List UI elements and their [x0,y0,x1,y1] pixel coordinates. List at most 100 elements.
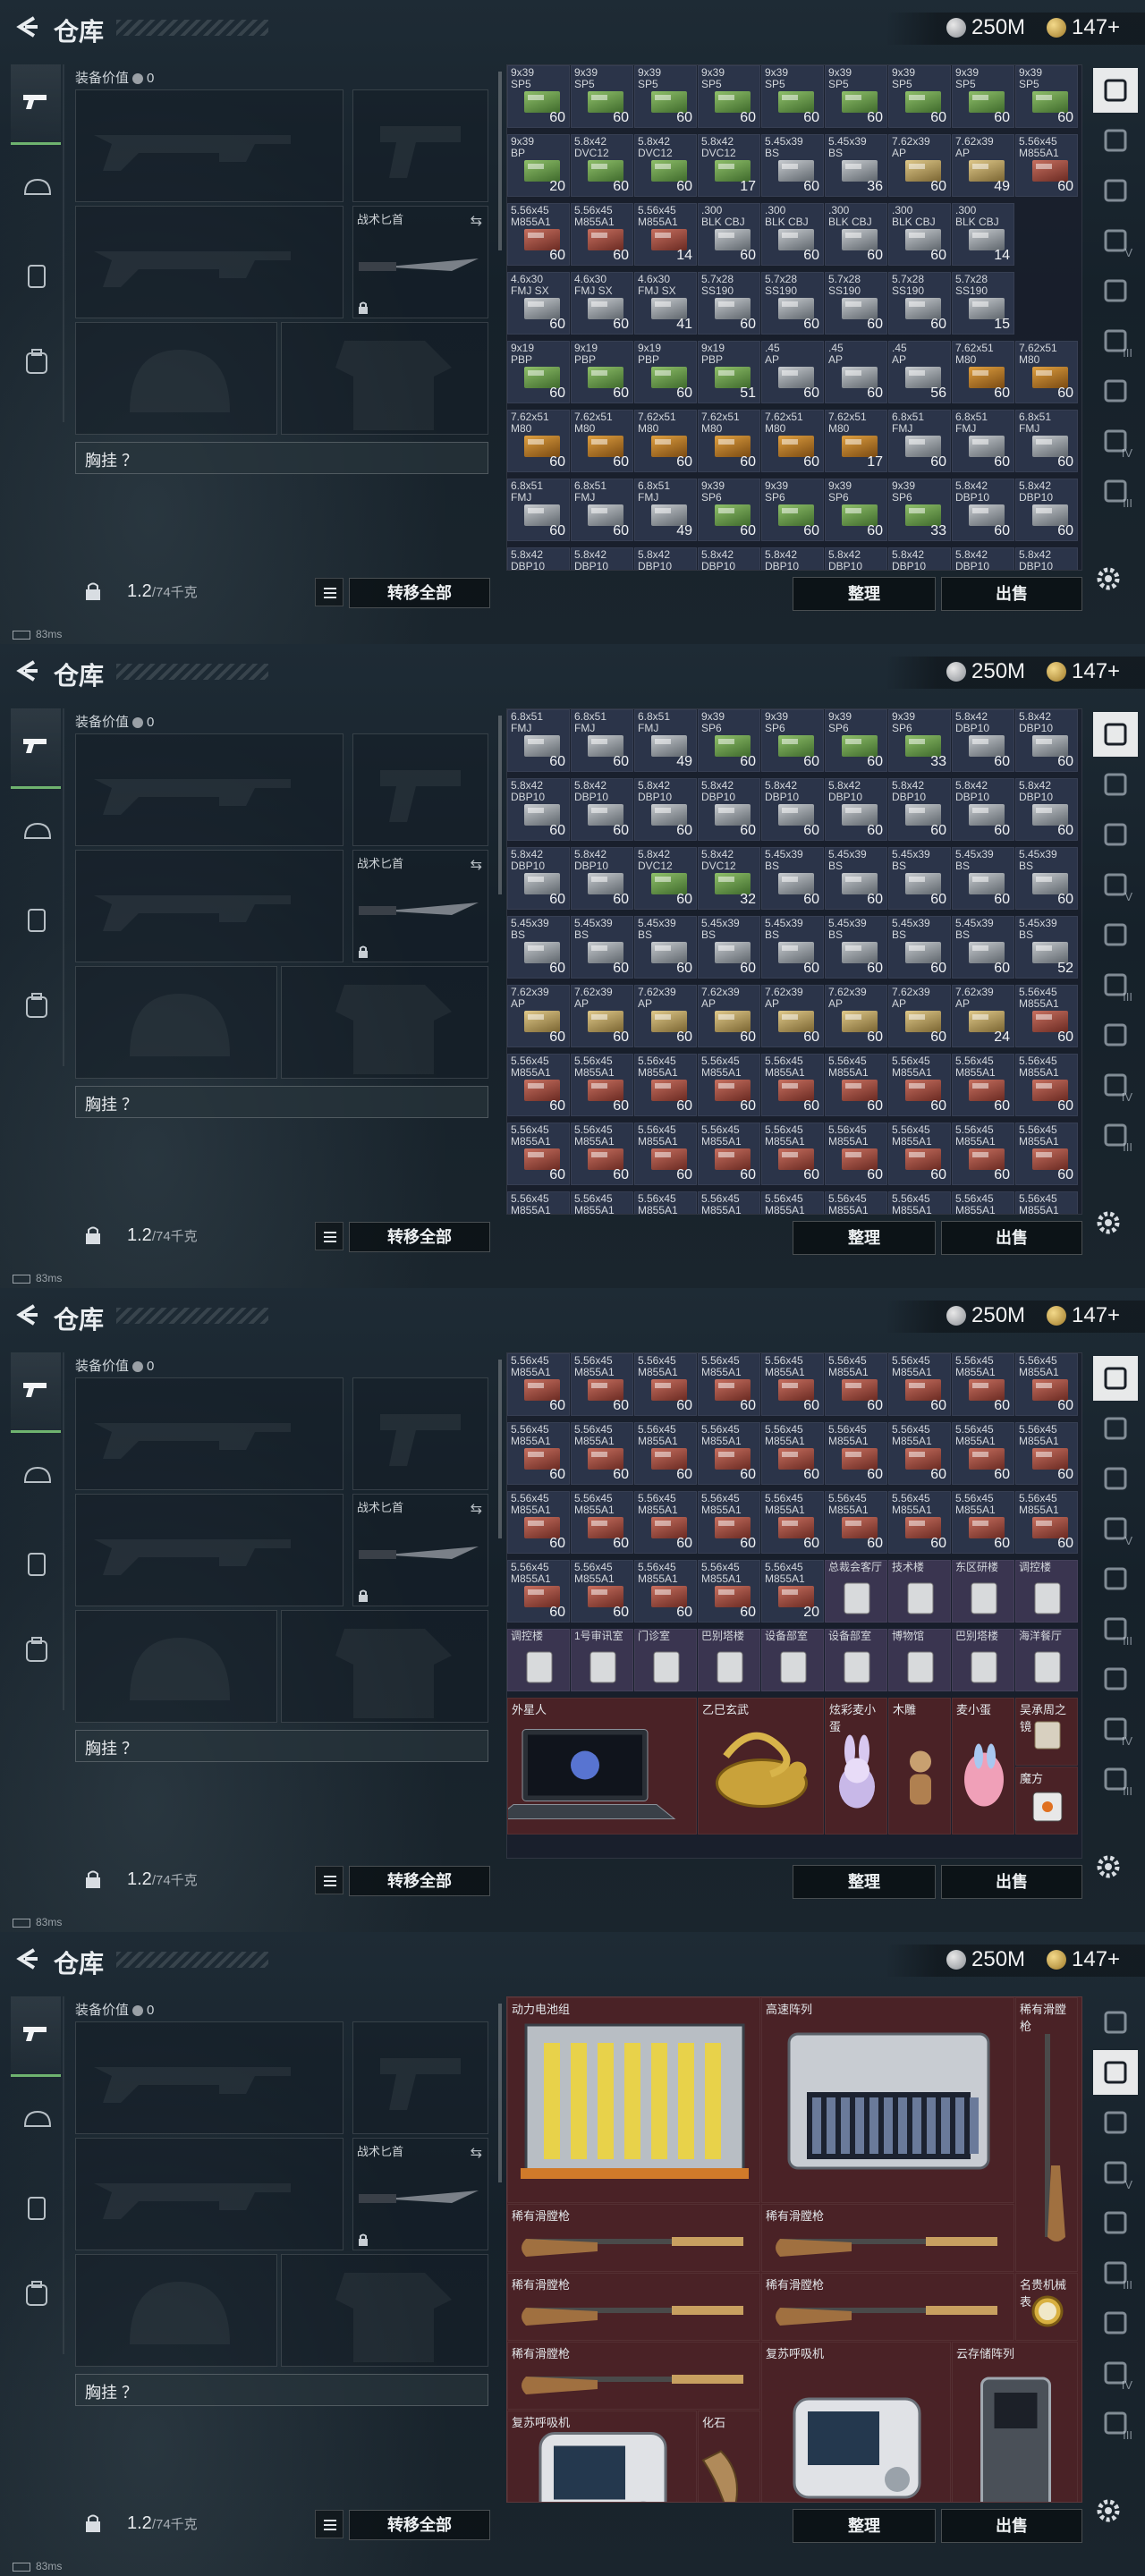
storage-cell[interactable]: 5.7x28 SS190 60 [888,272,951,335]
storage-cell[interactable]: .300 BLK CBJ 60 [761,203,824,266]
equipment-scrollbar[interactable] [498,716,502,894]
storage-item[interactable]: 木雕 [888,1698,951,1835]
knife-slot[interactable]: 战术匕首 ⇆ [352,850,488,962]
gear-icon[interactable] [1093,2496,1124,2526]
storage-cell[interactable]: 5.7x28 SS190 60 [698,272,760,335]
helmet-slot[interactable] [75,2254,277,2367]
storage-cell[interactable]: 5.56x45 M855A160 [571,1191,633,1214]
secondary-weapon-slot[interactable] [75,850,344,962]
storage-cell[interactable]: 5.56x45 M855A160 [1015,1491,1078,1554]
storage-cell[interactable]: 5.56x45 M855A160 [952,1191,1014,1214]
storage-page-tab[interactable] [1093,912,1138,957]
storage-cell[interactable]: 5.56x45 M855A160 [507,1422,570,1485]
storage-cell[interactable]: 门诊室 [634,1629,697,1691]
primary-weapon-slot[interactable] [75,2021,344,2134]
storage-cell[interactable]: 7.62x39 AP 60 [698,985,760,1047]
storage-item[interactable]: 高速阵列 [761,1997,1014,2203]
storage-cell[interactable]: 5.56x45 M855A160 [888,1191,951,1214]
storage-page-tab[interactable]: III [1093,1757,1138,1801]
pistol-slot[interactable] [352,1377,488,1490]
gold-amount[interactable]: 147+ [1072,1303,1120,1328]
storage-cell[interactable]: 5.45x39 BS 60 [761,916,824,979]
storage-cell[interactable]: 9x39 SP6 33 [888,709,951,772]
storage-cell[interactable]: 5.56x45 M855A160 [761,1123,824,1185]
storage-cell[interactable]: 海洋餐厅 [1015,1629,1078,1691]
storage-item[interactable]: 动力电池组 [507,1997,760,2203]
storage-cell[interactable]: 5.56x45 M855A160 [825,1491,887,1554]
knife-slot[interactable]: 战术匕首 ⇆ [352,206,488,318]
storage-page-tab[interactable]: III [1093,469,1138,513]
sell-button[interactable]: 出售 [941,577,1082,611]
swap-icon[interactable]: ⇆ [471,2144,482,2162]
storage-item[interactable]: 名贵机械表 [1015,2273,1078,2341]
storage-cell[interactable]: 5.8x42 DBP1060 [952,778,1014,841]
storage-item[interactable]: 稀有滑膛枪 [761,2273,1014,2341]
storage-cell[interactable]: 9x39 SP5 60 [507,65,570,128]
storage-cell[interactable]: 5.45x39 BS 60 [825,916,887,979]
storage-cell[interactable]: 9x39 SP5 60 [825,65,887,128]
storage-cell[interactable]: 9x39 SP5 60 [634,65,697,128]
nav-helmet[interactable] [11,794,61,875]
storage-cell[interactable]: 9x39 SP6 60 [698,709,760,772]
storage-cell[interactable]: 6.8x51 FMJ 60 [952,410,1014,472]
nav-backpack[interactable] [11,966,61,1046]
storage-cell[interactable]: .300 BLK CBJ 14 [952,203,1014,266]
storage-page-tab[interactable] [1093,1657,1138,1701]
storage-cell[interactable]: 5.8x42 DBP1060 [698,778,760,841]
storage-page-tab[interactable] [1093,369,1138,413]
storage-cell[interactable]: 9x19 PBP 51 [698,341,760,403]
storage-cell[interactable]: 7.62x51 M80 60 [952,341,1014,403]
storage-page-tab[interactable]: III [1093,318,1138,363]
storage-cell[interactable]: 设备部室 [761,1629,824,1691]
storage-cell[interactable]: 5.45x39 BS 60 [634,916,697,979]
armor-slot[interactable] [281,322,488,435]
storage-cell[interactable]: 5.56x45 M855A160 [698,1191,760,1214]
storage-cell[interactable]: 7.62x51 M80 60 [1015,341,1078,403]
storage-page-tab[interactable]: IV [1093,419,1138,463]
storage-cell[interactable]: 5.56x45 M855A160 [507,1054,570,1116]
storage-cell[interactable]: 5.8x42 DBP1060 [952,709,1014,772]
storage-cell[interactable]: 5.56x45 M855A160 [952,1054,1014,1116]
helmet-slot[interactable] [75,322,277,435]
storage-cell[interactable]: 5.7x28 SS190 60 [825,272,887,335]
storage-page-tab[interactable] [1093,168,1138,213]
storage-cell[interactable]: 5.8x42 DBP1060 [825,778,887,841]
storage-cell[interactable]: 5.8x42 DBP1060 [634,778,697,841]
storage-cell[interactable]: 5.56x45 M855A160 [1015,1191,1078,1214]
storage-page-tab[interactable] [1093,68,1138,113]
back-arrow-icon[interactable] [14,14,39,39]
storage-page-tab[interactable] [1093,2301,1138,2345]
storage-cell[interactable]: 5.8x42 DBP1060 [1015,479,1078,541]
storage-cell[interactable]: 5.56x45 M855A160 [1015,1422,1078,1485]
storage-cell[interactable]: 5.45x39 BS 60 [761,847,824,910]
storage-cell[interactable]: 5.56x45 M855A160 [1015,134,1078,197]
nav-pistol[interactable] [11,64,61,145]
storage-cell[interactable]: 5.8x42 DBP1060 [1015,547,1078,570]
storage-cell[interactable]: 5.56x45 M855A160 [761,1491,824,1554]
storage-cell[interactable]: 5.56x45 M855A160 [571,203,633,266]
storage-cell[interactable]: 9x39 SP5 60 [698,65,760,128]
nav-backpack[interactable] [11,2254,61,2334]
storage-cell[interactable]: 6.8x51 FMJ 49 [634,709,697,772]
storage-cell[interactable]: 4.6x30 FMJ SX 41 [634,272,697,335]
storage-cell[interactable]: 7.62x39 AP 60 [571,985,633,1047]
storage-item[interactable]: 乙巳玄武 [698,1698,824,1835]
storage-cell[interactable]: 5.56x45 M855A160 [1015,1123,1078,1185]
storage-cell[interactable]: 技术楼 [888,1560,951,1623]
primary-weapon-slot[interactable] [75,89,344,202]
storage-cell[interactable]: 5.8x42 DBP1060 [952,547,1014,570]
storage-cell[interactable]: 巴别塔楼 [698,1629,760,1691]
storage-cell[interactable]: 5.45x39 BS 36 [825,134,887,197]
storage-page-tab[interactable] [1093,1356,1138,1401]
storage-cell[interactable]: 9x39 SP6 60 [825,709,887,772]
storage-cell[interactable]: 5.45x39 BS 60 [1015,847,1078,910]
storage-cell[interactable]: 5.8x42 DBP1060 [825,547,887,570]
storage-cell[interactable]: 9x39 SP5 60 [952,65,1014,128]
secondary-weapon-slot[interactable] [75,2138,344,2250]
storage-item[interactable]: 稀有滑膛枪 [761,2204,1014,2272]
storage-page-tab[interactable]: III [1093,2250,1138,2295]
equipment-scrollbar[interactable] [498,2004,502,2182]
storage-page-tab[interactable] [1093,812,1138,857]
nav-pistol[interactable] [11,1996,61,2077]
nav-vest[interactable] [11,880,61,961]
